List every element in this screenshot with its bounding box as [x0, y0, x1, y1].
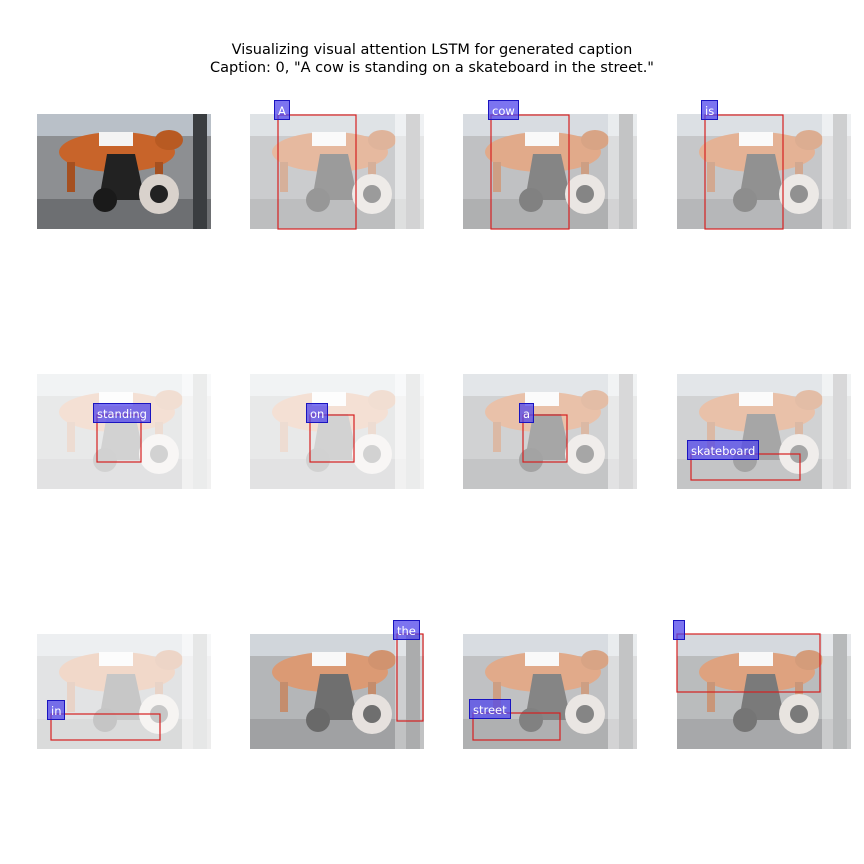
attention-panel: skateboard — [677, 374, 851, 489]
scene-image — [463, 374, 637, 489]
original-image-panel — [37, 114, 211, 229]
title-line-2: Caption: 0, "A cow is standing on a skat… — [210, 60, 654, 76]
attention-panel: is — [677, 100, 851, 230]
attention-panel — [673, 620, 851, 749]
panel-canvas — [676, 633, 851, 749]
attention-mask — [463, 374, 637, 489]
attention-mask — [463, 114, 637, 229]
panel-canvas — [250, 633, 424, 749]
scene-image — [37, 374, 211, 489]
panel-canvas — [463, 374, 637, 489]
panel-canvas — [37, 634, 211, 749]
word-label: in — [47, 700, 66, 720]
word-label: the — [393, 620, 420, 640]
attention-panel: cow — [463, 100, 637, 230]
attention-mask — [250, 374, 424, 489]
attention-panel: street — [463, 634, 637, 749]
attention-panel: standing — [37, 374, 211, 489]
scene-image — [37, 634, 211, 749]
attention-mask — [463, 634, 637, 749]
word-label: standing — [93, 403, 151, 423]
panel-canvas — [677, 114, 851, 230]
scene-image — [250, 634, 424, 749]
word-label: on — [306, 403, 329, 423]
scene-image — [677, 114, 851, 229]
word-label: street — [469, 699, 511, 719]
title-line-1: Visualizing visual attention LSTM for ge… — [231, 42, 633, 58]
panel-canvas — [463, 114, 637, 230]
scene-image — [250, 374, 424, 489]
attention-mask — [37, 374, 211, 489]
panel-canvas — [37, 114, 211, 229]
scene-image — [37, 114, 211, 229]
panel-canvas — [250, 374, 424, 489]
panel-canvas — [463, 634, 637, 749]
word-label: A — [274, 100, 290, 120]
word-label — [673, 620, 685, 640]
attention-mask — [677, 374, 851, 489]
scene-image — [250, 114, 424, 229]
attention-mask — [37, 634, 211, 749]
attention-panel: in — [37, 634, 211, 749]
scene-image — [463, 114, 637, 229]
word-label: is — [701, 100, 719, 120]
scene-image — [463, 634, 637, 749]
word-label: cow — [488, 100, 519, 120]
attention-mask — [250, 114, 424, 229]
attention-panel: A — [250, 100, 424, 230]
figure-title: Visualizing visual attention LSTM for ge… — [0, 41, 864, 77]
panel-canvas — [37, 374, 211, 489]
word-label: skateboard — [687, 440, 760, 460]
panel-canvas — [250, 114, 424, 230]
attention-panel: on — [250, 374, 424, 489]
panel-canvas — [677, 374, 851, 489]
attention-mask — [677, 114, 851, 229]
word-label: a — [519, 403, 535, 423]
attention-panel: the — [250, 620, 424, 749]
attention-panel: a — [463, 374, 637, 489]
scene-image — [677, 374, 851, 489]
attention-mask — [250, 634, 424, 749]
